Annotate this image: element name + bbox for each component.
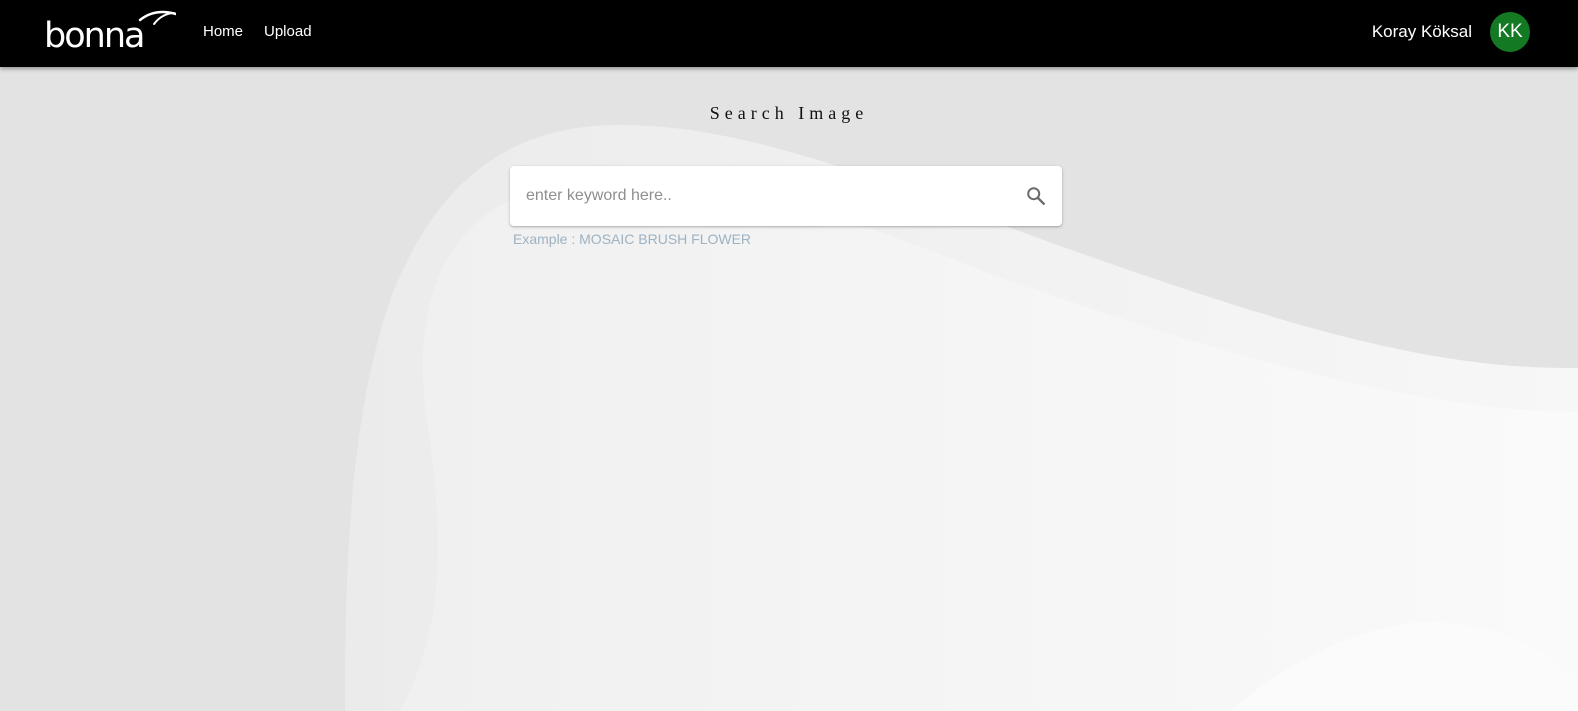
avatar-initials: KK [1497,21,1523,42]
svg-text:bonna: bonna [44,16,143,50]
user-name[interactable]: Koray Köksal [1372,22,1472,42]
nav-home-link[interactable]: Home [203,23,243,41]
search-input[interactable] [526,166,1006,226]
search-box [510,166,1062,226]
top-navbar: bonna Home Upload Koray Köksal KK [0,0,1578,67]
bonna-logo[interactable]: bonna [44,10,176,50]
nav-upload-link[interactable]: Upload [264,23,312,41]
user-avatar[interactable]: KK [1490,12,1530,52]
page-title: Search Image [709,103,869,123]
search-example-hint: Example : MOSAIC BRUSH FLOWER [513,231,752,247]
search-icon[interactable] [1025,185,1047,207]
